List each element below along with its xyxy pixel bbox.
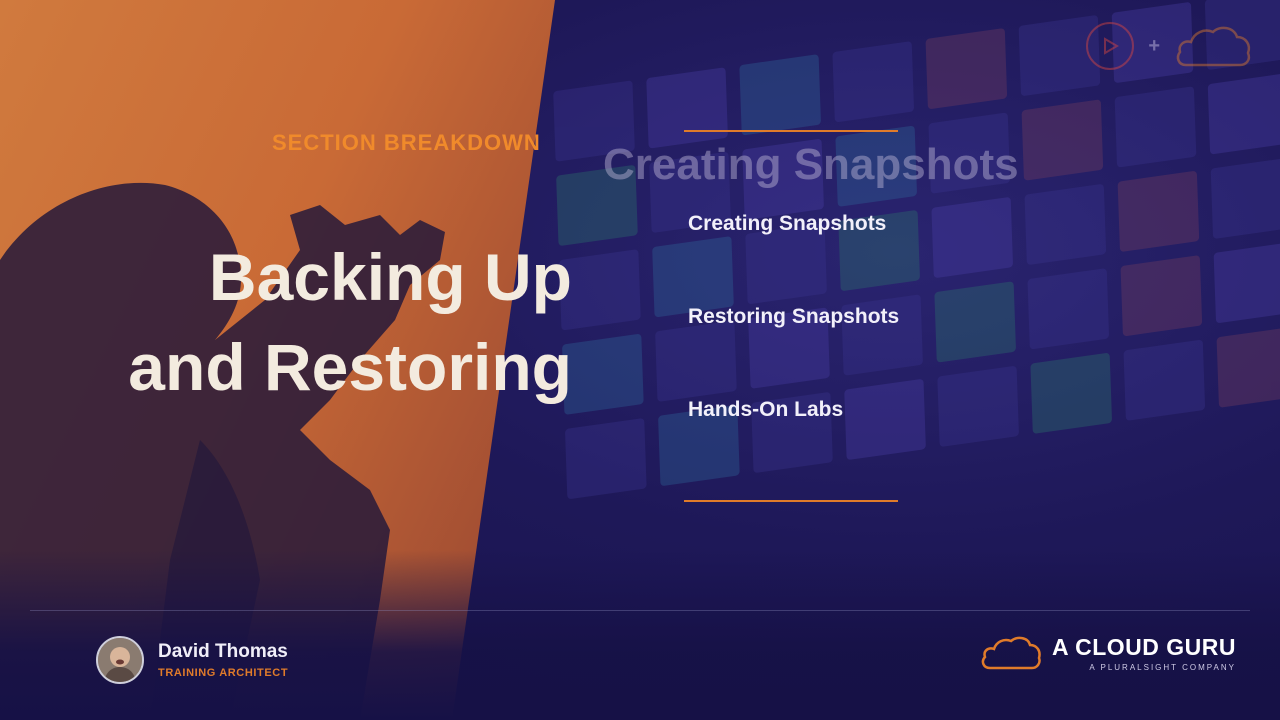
slide-title-line-1: Backing Up <box>208 240 572 314</box>
slide-title-line-2: and Restoring <box>128 330 572 404</box>
bg-tile <box>1213 241 1280 324</box>
bg-tile <box>646 67 728 149</box>
presenter-avatar <box>96 636 144 684</box>
brand-name: A CLOUD GURU <box>1051 634 1236 660</box>
bg-tile <box>562 333 644 415</box>
bg-tile <box>1030 352 1113 434</box>
bg-tile <box>1027 268 1110 350</box>
bg-tile <box>1024 183 1107 266</box>
top-right-logos: + <box>1086 22 1252 70</box>
topic-item-1: Creating Snapshots <box>688 212 887 235</box>
topic-item-3: Hands-On Labs <box>688 398 844 421</box>
cloud-guru-cloud-icon <box>1176 26 1251 67</box>
footer-divider <box>30 610 1250 611</box>
bg-tile <box>1117 170 1200 253</box>
bg-tile <box>1216 326 1280 408</box>
topics-bottom-rule <box>684 500 898 502</box>
bg-tile <box>1207 73 1280 155</box>
presenter-name: David Thomas <box>158 641 288 662</box>
topic-item-2: Restoring Snapshots <box>688 305 900 328</box>
bg-tile <box>937 365 1019 448</box>
bg-tile <box>931 196 1014 279</box>
section-label: SECTION BREAKDOWN <box>272 130 541 155</box>
cloud-guru-logo-icon <box>981 636 1041 670</box>
bg-tile <box>739 54 822 136</box>
topics-top-rule <box>684 130 898 132</box>
bg-tile <box>1114 86 1197 168</box>
bg-tile <box>1210 157 1280 240</box>
bg-tile <box>564 417 647 500</box>
bg-tile <box>1120 255 1203 337</box>
ghost-current-topic: Creating Snapshots <box>603 140 1019 189</box>
bg-tile <box>832 41 915 123</box>
brand-logo: A CLOUD GURU A PLURALSIGHT COMPANY <box>980 634 1236 672</box>
bg-tile <box>655 320 737 402</box>
bg-tile <box>934 281 1017 363</box>
slide-title: Backing Up and Restoring <box>52 232 572 412</box>
presenter-role: TRAINING ARCHITECT <box>158 667 289 679</box>
pluralsight-play-icon <box>1086 22 1135 70</box>
bg-tile <box>925 27 1008 110</box>
bg-tile <box>844 378 926 461</box>
bg-tile <box>1021 99 1104 181</box>
brand-tagline: A PLURALSIGHT COMPANY <box>1089 663 1236 672</box>
bg-tile <box>1123 339 1206 421</box>
plus-sign: + <box>1148 34 1160 57</box>
